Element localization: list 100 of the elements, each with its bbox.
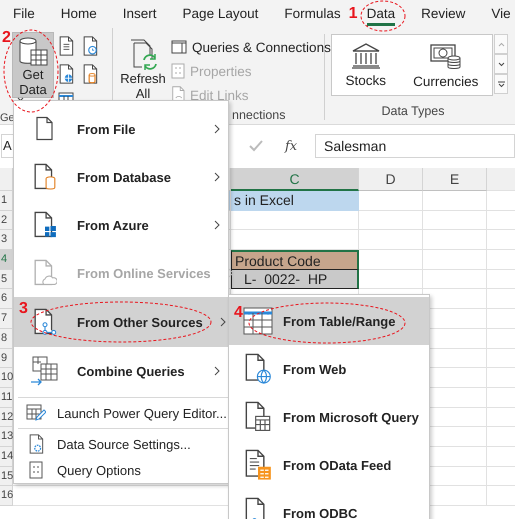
- table-icon: [243, 307, 273, 335]
- database-file-icon: [33, 163, 57, 191]
- ribbon-tab[interactable]: File: [13, 1, 35, 26]
- table-cell: [423, 250, 487, 270]
- table-cell: s in Excel: [231, 191, 359, 211]
- check-icon[interactable]: [249, 140, 263, 152]
- globe-file-icon[interactable]: [58, 64, 74, 84]
- chevron-right-icon: [228, 268, 234, 278]
- table-cell: Product Code: [231, 250, 359, 270]
- table-cell: [423, 230, 487, 250]
- menu-item[interactable]: Launch Power Query Editor...: [14, 400, 228, 426]
- chevron-down-icon: [498, 62, 504, 66]
- data-type-option[interactable]: Stocks: [346, 42, 386, 88]
- ribbon-tab[interactable]: Page Layout: [182, 1, 258, 26]
- group-label: Data Types: [380, 103, 446, 120]
- formula-field[interactable]: Salesman: [315, 134, 515, 158]
- row-header[interactable]: 16: [0, 486, 13, 506]
- ribbon-tab[interactable]: Vie: [491, 1, 511, 26]
- row-header[interactable]: 3: [0, 230, 13, 250]
- table-cell: L- 0022- HP: [231, 270, 359, 290]
- refresh-file-icon: [128, 39, 158, 71]
- menu-item[interactable]: Query Options: [14, 457, 228, 483]
- tables-arrow-icon: [30, 356, 60, 386]
- column-header[interactable]: D: [359, 168, 423, 191]
- windows-file-icon: [33, 211, 57, 239]
- menu-item[interactable]: From File: [14, 105, 228, 153]
- clock-file-icon[interactable]: [82, 36, 98, 56]
- grid-file-icon: [244, 401, 272, 433]
- row-header[interactable]: 10: [0, 368, 13, 388]
- database-table-icon: [18, 37, 48, 67]
- scroll-down-button[interactable]: [494, 54, 508, 74]
- menu-item[interactable]: From Table/Range 4: [229, 297, 429, 345]
- step-number: 3: [19, 301, 28, 317]
- row-header[interactable]: 9: [0, 348, 13, 368]
- more-icon: [498, 80, 504, 88]
- group-label: nnections: [231, 107, 287, 124]
- chevron-right-icon: [214, 172, 220, 182]
- step-number: 4: [234, 305, 243, 321]
- insert-function-button[interactable]: fx: [285, 138, 298, 154]
- ribbon-command[interactable]: Queries & Connections: [171, 35, 331, 59]
- feed-file-icon: [244, 449, 272, 481]
- row-header[interactable]: 2: [0, 210, 13, 230]
- row-header[interactable]: 13: [0, 427, 13, 447]
- row-header[interactable]: 4: [0, 250, 13, 270]
- panel-icon: [171, 40, 187, 54]
- menu-item[interactable]: From Database: [14, 153, 228, 201]
- data-type-option[interactable]: Currencies: [413, 42, 478, 88]
- file-lines-icon[interactable]: [58, 36, 74, 56]
- more-button[interactable]: [494, 74, 508, 94]
- table-cell: [359, 230, 423, 250]
- table-cell: [423, 210, 487, 230]
- table-cell: [423, 191, 487, 211]
- web-file-icon: [244, 353, 272, 385]
- menu-item[interactable]: From Azure: [14, 201, 228, 249]
- menu-item[interactable]: Combine Queries: [14, 347, 228, 395]
- chevron-right-icon: [214, 366, 220, 376]
- file-gear-icon: [28, 434, 44, 454]
- row-header[interactable]: 6: [0, 289, 13, 310]
- table-cell: [359, 250, 423, 270]
- network-file-icon: [33, 308, 57, 336]
- menu-item[interactable]: From Microsoft Query: [229, 393, 429, 441]
- row-header[interactable]: 11: [0, 388, 13, 408]
- ribbon-tab[interactable]: Insert: [122, 1, 157, 26]
- chevron-right-icon: [214, 124, 220, 134]
- list-icon: [29, 461, 43, 479]
- chevron-up-icon: [498, 42, 504, 46]
- properties-icon: [171, 63, 185, 79]
- step-number: 1: [348, 6, 358, 22]
- row-header[interactable]: 5: [0, 270, 13, 290]
- column-header[interactable]: C: [231, 168, 359, 191]
- row-header[interactable]: 12: [0, 408, 13, 428]
- table-cell: [359, 210, 423, 230]
- file-icon: [35, 115, 55, 143]
- row-header[interactable]: 1: [0, 191, 13, 211]
- row-header[interactable]: 7: [0, 309, 13, 329]
- menu-item[interactable]: From Other Sources 3: [14, 297, 228, 347]
- step-number: 2: [2, 30, 11, 46]
- ribbon-tab[interactable]: Home: [60, 1, 97, 26]
- cloud-file-icon: [33, 259, 57, 287]
- menu-item[interactable]: From ODBC: [229, 489, 429, 519]
- menu-item[interactable]: From Web: [229, 345, 429, 393]
- get-data-button[interactable]: Get Data: [12, 32, 54, 98]
- table-cell: [423, 270, 487, 290]
- row-header[interactable]: 14: [0, 446, 13, 467]
- money-icon: [430, 42, 462, 70]
- ribbon-tab[interactable]: Formulas: [284, 1, 341, 26]
- caret-icon: [17, 97, 24, 102]
- menu-item[interactable]: From OData Feed: [229, 441, 429, 489]
- database-file-icon[interactable]: [82, 64, 98, 84]
- annotation-ellipse: [360, 0, 406, 32]
- table-pencil-icon: [26, 404, 46, 422]
- row-header[interactable]: 15: [0, 466, 13, 486]
- column-header[interactable]: E: [423, 168, 487, 191]
- ribbon-tab[interactable]: Review: [421, 1, 466, 26]
- chevron-right-icon: [214, 220, 220, 230]
- table-cell: [359, 191, 423, 211]
- refresh-all-button[interactable]: Refresh All: [119, 34, 167, 100]
- row-header[interactable]: 8: [0, 328, 13, 348]
- bank-icon: [350, 42, 381, 68]
- menu-item[interactable]: Data Source Settings...: [14, 431, 228, 457]
